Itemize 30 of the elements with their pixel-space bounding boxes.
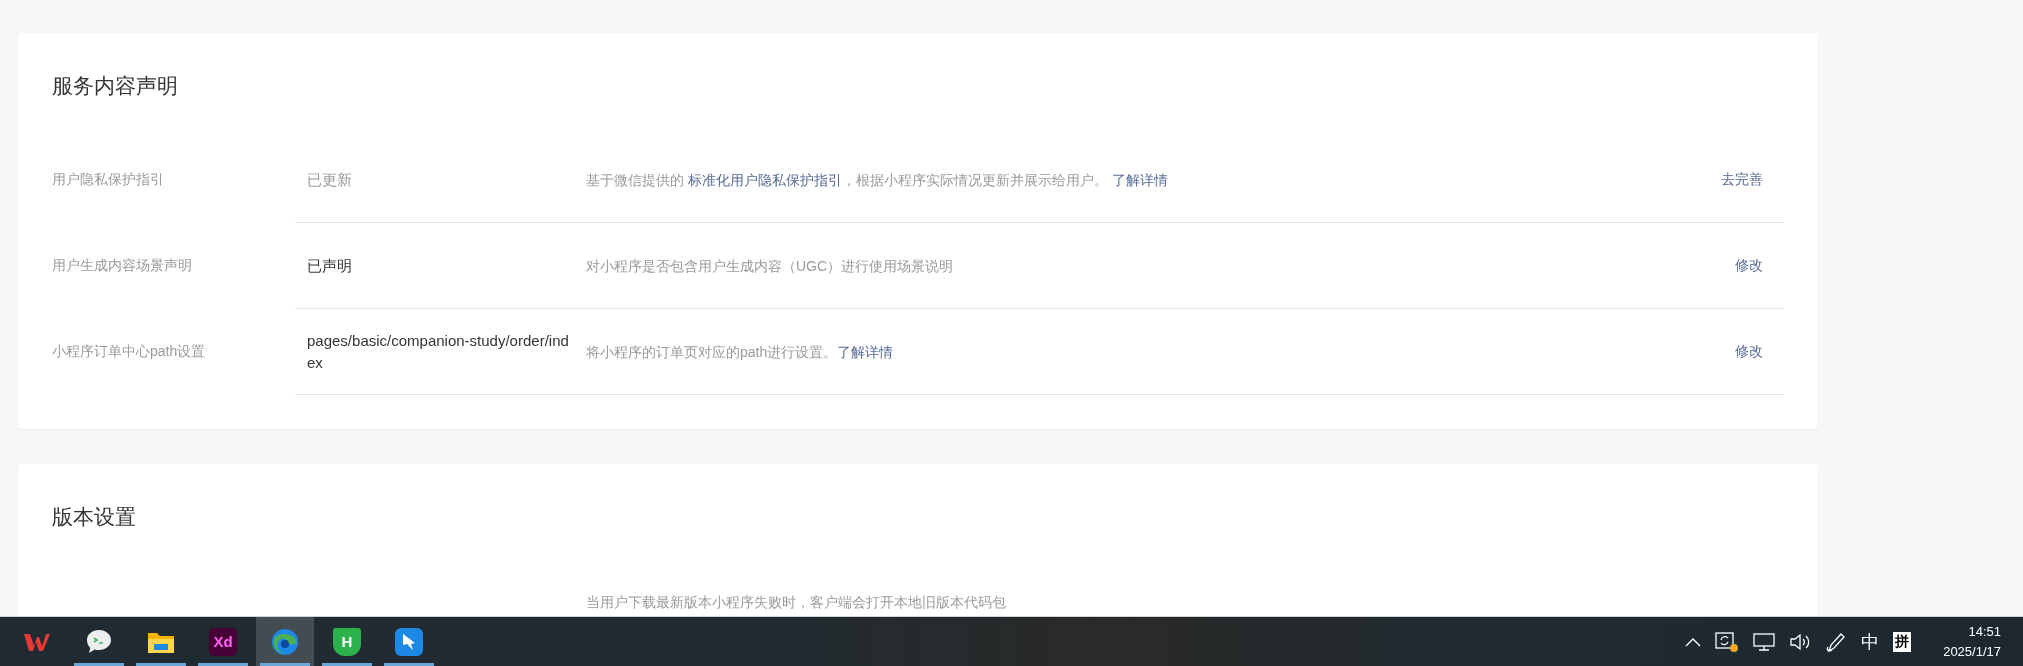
row-label: 用户隐私保护指引 — [52, 171, 164, 189]
app-tile-icon: H — [333, 627, 361, 656]
link[interactable]: 标准化用户隐私保护指引 — [687, 171, 842, 188]
taskbar-app[interactable]: Xd — [194, 617, 252, 666]
app-tile-icon: Xd — [209, 627, 237, 656]
ime-indicator[interactable]: 拼 — [1893, 631, 1912, 652]
chevron-up-icon[interactable] — [1685, 636, 1702, 647]
monitor-icon[interactable] — [1753, 631, 1776, 652]
clock-date: 2025/1/17 — [1943, 642, 2001, 661]
row-label: 小程序订单中心path设置 — [52, 343, 206, 361]
row-description: 当用户下载最新版本小程序失败时，客户端会打开本地旧版本代码包 — [586, 593, 1007, 612]
action-link[interactable]: 修改 — [1735, 342, 1763, 361]
row-description: 对小程序是否包含用户生成内容（UGC）进行使用场景说明 — [586, 256, 955, 276]
speaker-icon[interactable] — [1789, 631, 1812, 652]
sync-icon[interactable] — [1715, 630, 1740, 653]
row-value: 已更新 — [307, 169, 353, 190]
link[interactable]: 了解详情 — [837, 343, 894, 360]
browser-icon — [270, 626, 300, 657]
row-description: 基于微信提供的 标准化用户隐私保护指引，根据小程序实际情况更新并展示给用户。 了解详情 — [586, 170, 1169, 190]
input-mode-indicator[interactable]: 中 — [1861, 629, 1880, 654]
clock-time: 14:51 — [1968, 622, 2001, 641]
row-value: 已声明 — [307, 255, 353, 276]
row-label: 用户生成内容场景声明 — [52, 257, 192, 275]
row-description: 将小程序的订单页对应的path进行设置。了解详情 — [586, 342, 895, 362]
link[interactable]: 了解详情 — [1111, 171, 1168, 188]
section-title: 服务内容声明 — [52, 73, 179, 99]
section-title: 版本设置 — [52, 504, 137, 530]
action-link[interactable]: 修改 — [1735, 256, 1763, 275]
action-link[interactable]: 去完善 — [1721, 170, 1763, 189]
row-value: pages/basic/companion-study/order/index — [307, 330, 570, 373]
